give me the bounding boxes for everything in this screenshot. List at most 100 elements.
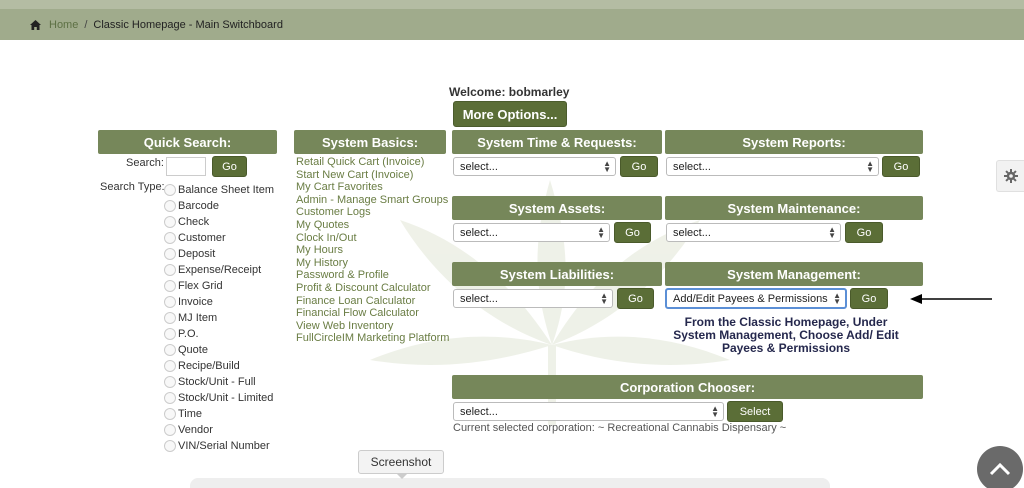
- screenshot-tooltip: Screenshot: [358, 450, 444, 474]
- corporation-select[interactable]: select... ▲ ▼: [453, 402, 724, 421]
- management-go-button[interactable]: Go: [850, 288, 888, 309]
- search-type-option[interactable]: Vendor: [164, 422, 274, 438]
- radio-button[interactable]: [164, 296, 176, 308]
- tooltip-tail: [396, 473, 408, 479]
- quick-search-header: Quick Search:: [98, 130, 277, 154]
- home-icon[interactable]: [30, 19, 41, 30]
- search-type-option[interactable]: Check: [164, 214, 274, 230]
- basics-link[interactable]: My Quotes: [296, 219, 449, 232]
- radio-button[interactable]: [164, 280, 176, 292]
- radio-button[interactable]: [164, 200, 176, 212]
- settings-tab[interactable]: [996, 160, 1024, 192]
- search-type-option[interactable]: Deposit: [164, 246, 274, 262]
- breadcrumb-separator: /: [84, 18, 88, 31]
- gear-icon: [1003, 169, 1018, 183]
- scroll-to-top-button[interactable]: [977, 446, 1023, 488]
- search-type-option[interactable]: MJ Item: [164, 310, 274, 326]
- search-type-option[interactable]: Customer: [164, 230, 274, 246]
- quick-search-input[interactable]: [166, 157, 206, 176]
- basics-link[interactable]: Retail Quick Cart (Invoice): [296, 156, 449, 169]
- maintenance-go-button[interactable]: Go: [845, 222, 883, 243]
- search-label: Search:: [126, 157, 164, 169]
- time-requests-header: System Time & Requests:: [452, 130, 662, 154]
- search-type-option[interactable]: Quote: [164, 342, 274, 358]
- radio-button[interactable]: [164, 360, 176, 372]
- radio-button[interactable]: [164, 408, 176, 420]
- search-type-option[interactable]: VIN/Serial Number: [164, 438, 274, 454]
- time-requests-go-button[interactable]: Go: [620, 156, 658, 177]
- basics-link[interactable]: My Hours: [296, 244, 449, 257]
- radio-button[interactable]: [164, 328, 176, 340]
- basics-link[interactable]: Financial Flow Calculator: [296, 307, 449, 320]
- radio-button[interactable]: [164, 232, 176, 244]
- assets-header: System Assets:: [452, 196, 662, 220]
- liabilities-go-button[interactable]: Go: [617, 288, 654, 309]
- radio-button[interactable]: [164, 376, 176, 388]
- basics-link[interactable]: View Web Inventory: [296, 320, 449, 333]
- search-type-radio-list: Balance Sheet Item Barcode Check Custome…: [164, 182, 274, 454]
- search-type-option[interactable]: P.O.: [164, 326, 274, 342]
- search-type-option[interactable]: Stock/Unit - Limited: [164, 390, 274, 406]
- radio-button[interactable]: [164, 216, 176, 228]
- welcome-text: Welcome: bobmarley: [449, 85, 570, 99]
- search-type-option[interactable]: Balance Sheet Item: [164, 182, 274, 198]
- radio-button[interactable]: [164, 344, 176, 356]
- liabilities-header: System Liabilities:: [452, 262, 662, 286]
- breadcrumb-home-link[interactable]: Home: [49, 19, 78, 31]
- search-type-label: Search Type:: [100, 181, 165, 193]
- search-type-option[interactable]: Stock/Unit - Full: [164, 374, 274, 390]
- current-corporation-status: Current selected corporation: ~ Recreati…: [453, 422, 787, 434]
- radio-button[interactable]: [164, 248, 176, 260]
- assets-select[interactable]: select... ▲ ▼: [453, 223, 610, 242]
- chevron-up-icon: [989, 462, 1011, 476]
- basics-link[interactable]: Admin - Manage Smart Groups: [296, 194, 449, 207]
- radio-button[interactable]: [164, 264, 176, 276]
- management-select[interactable]: Add/Edit Payees & Permissions ▲ ▼: [665, 288, 847, 309]
- search-type-option[interactable]: Recipe/Build: [164, 358, 274, 374]
- reports-go-button[interactable]: Go: [882, 156, 920, 177]
- liabilities-select[interactable]: select... ▲ ▼: [453, 289, 613, 308]
- basics-link[interactable]: Start New Cart (Invoice): [296, 169, 449, 182]
- basics-link[interactable]: Profit & Discount Calculator: [296, 282, 449, 295]
- select-caret-icon: ▲ ▼: [603, 159, 611, 174]
- more-options-button[interactable]: More Options...: [453, 101, 567, 127]
- select-caret-icon: ▲ ▼: [711, 404, 719, 419]
- corporation-chooser-header: Corporation Chooser:: [452, 375, 923, 399]
- arrow-left-icon: [910, 294, 992, 304]
- select-caret-icon: ▲ ▼: [866, 159, 874, 174]
- breadcrumb: Home / Classic Homepage - Main Switchboa…: [0, 9, 1024, 40]
- system-basics-header: System Basics:: [294, 130, 446, 154]
- maintenance-select[interactable]: select... ▲ ▼: [666, 223, 841, 242]
- system-basics-links: Retail Quick Cart (Invoice) Start New Ca…: [296, 156, 449, 345]
- search-type-option[interactable]: Barcode: [164, 198, 274, 214]
- annotation-note: From the Classic Homepage, Under System …: [673, 315, 899, 355]
- search-type-option[interactable]: Time: [164, 406, 274, 422]
- select-caret-icon: ▲ ▼: [828, 225, 836, 240]
- select-caret-icon: ▲ ▼: [833, 291, 841, 306]
- search-type-option[interactable]: Invoice: [164, 294, 274, 310]
- basics-link[interactable]: Clock In/Out: [296, 232, 449, 245]
- breadcrumb-current: Classic Homepage - Main Switchboard: [93, 18, 283, 31]
- radio-button[interactable]: [164, 424, 176, 436]
- basics-link[interactable]: Customer Logs: [296, 206, 449, 219]
- top-strip: [0, 0, 1024, 9]
- time-requests-select[interactable]: select... ▲ ▼: [453, 157, 616, 176]
- basics-link[interactable]: My Cart Favorites: [296, 181, 449, 194]
- basics-link[interactable]: Password & Profile: [296, 269, 449, 282]
- assets-go-button[interactable]: Go: [614, 222, 651, 243]
- select-caret-icon: ▲ ▼: [600, 291, 608, 306]
- radio-button[interactable]: [164, 312, 176, 324]
- search-type-option[interactable]: Expense/Receipt: [164, 262, 274, 278]
- radio-button[interactable]: [164, 392, 176, 404]
- radio-button[interactable]: [164, 184, 176, 196]
- radio-button[interactable]: [164, 440, 176, 452]
- management-header: System Management:: [665, 262, 923, 286]
- reports-select[interactable]: select... ▲ ▼: [666, 157, 879, 176]
- corporation-select-button[interactable]: Select: [727, 401, 783, 422]
- select-caret-icon: ▲ ▼: [597, 225, 605, 240]
- quick-search-go-button[interactable]: Go: [212, 156, 247, 177]
- basics-link[interactable]: FullCircleIM Marketing Platform: [296, 332, 449, 345]
- basics-link[interactable]: My History: [296, 257, 449, 270]
- search-type-option[interactable]: Flex Grid: [164, 278, 274, 294]
- basics-link[interactable]: Finance Loan Calculator: [296, 295, 449, 308]
